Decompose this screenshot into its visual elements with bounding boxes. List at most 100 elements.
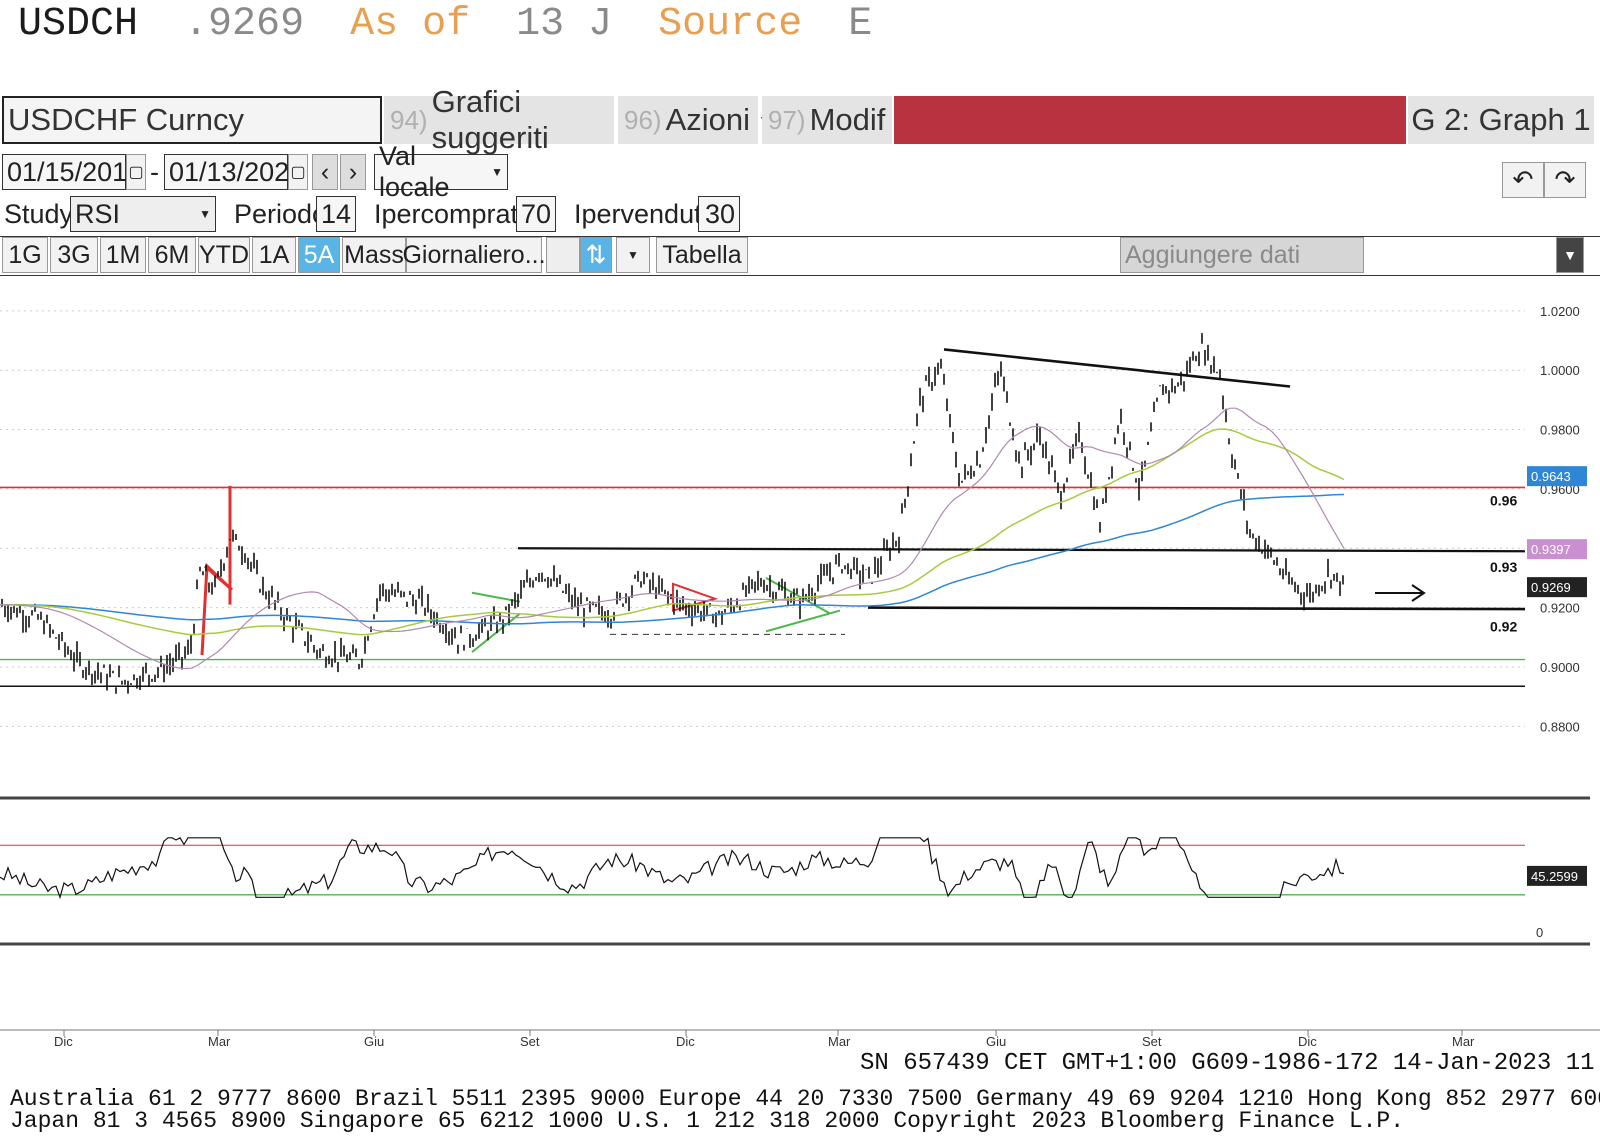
ma-50-line	[0, 407, 1345, 670]
ma-200-value-tag: 0.9643	[1527, 466, 1587, 487]
table-button[interactable]: Tabella	[656, 237, 748, 273]
study-row: Study RSI ▼ Periodo 14 Ipercomprato 70 I…	[0, 196, 1600, 236]
y-tick-label: 0.9000	[1540, 660, 1580, 675]
period-bar: 1G 3G 1M 6M YTD 1A 5A Mass Giornaliero... ⇅ ▼ T…	[0, 236, 1600, 276]
downtrend-line	[943, 348, 1291, 388]
currency-value: Val locale	[379, 141, 450, 202]
chevron-right-icon[interactable]: ›	[340, 154, 366, 190]
calendar-icon[interactable]: ▢	[288, 154, 308, 190]
y-tick-label: 0.8800	[1540, 719, 1580, 734]
arrow-right-icon	[1375, 584, 1426, 602]
start-date-field[interactable]: 01/15/2018	[2, 154, 142, 190]
session-info: SN 657439 CET GMT+1:00 G609-1986-172 14-…	[860, 1050, 1600, 1077]
last-price-tag-text: 0.9269	[1531, 580, 1571, 595]
y-tick-label: 0.9800	[1540, 423, 1580, 438]
edit-number: 97)	[768, 104, 806, 135]
x-tick-label: Dic	[1298, 1034, 1317, 1048]
graph-title[interactable]: G 2: Graph 1	[1408, 96, 1594, 144]
y-tick-label: 1.0000	[1540, 363, 1580, 378]
rsi-value-tag: 45.2599	[1527, 865, 1587, 886]
rsi-panel: 0	[0, 796, 1590, 946]
study-select[interactable]: RSI ▼	[70, 196, 216, 232]
period-value: 14	[320, 198, 351, 229]
x-tick-label: Set	[1142, 1034, 1162, 1048]
chevron-down-icon[interactable]: ▼	[1556, 237, 1584, 273]
support-line-lower	[867, 606, 1526, 611]
x-tick-label: Mar	[208, 1034, 231, 1048]
x-tick-label: Mar	[828, 1034, 851, 1048]
period-button-1a[interactable]: 1A	[252, 237, 296, 273]
period-button-mass[interactable]: Mass	[342, 237, 406, 273]
period-button-3g[interactable]: 3G	[50, 237, 98, 273]
header-source-label: Source	[658, 2, 803, 47]
period-button-ytd[interactable]: YTD	[198, 237, 250, 273]
date-separator: -	[150, 156, 159, 187]
security-text: USDCHF Curncy	[8, 102, 244, 137]
moving-averages	[0, 407, 1345, 670]
ma-50-value-tag-text: 0.9397	[1531, 542, 1571, 557]
graph-title-text: G 2: Graph 1	[1411, 102, 1591, 137]
chevron-down-icon[interactable]: ▼	[616, 237, 650, 273]
x-tick-label: Dic	[54, 1034, 73, 1048]
x-tick-label: Giu	[364, 1034, 384, 1048]
y-tick-label: 0.9200	[1540, 601, 1580, 616]
suggested-charts-button[interactable]: 94) Grafici suggeriti	[384, 84, 614, 155]
ma-50-value-tag: 0.9397	[1527, 539, 1587, 560]
period-button-1m[interactable]: 1M	[100, 237, 146, 273]
rsi-zero-label: 0	[1536, 925, 1543, 940]
frequency-value: Giornaliero...	[402, 240, 546, 269]
x-tick-label: Set	[520, 1034, 540, 1048]
period-button-5a[interactable]: 5A	[298, 237, 340, 273]
header-ticker: USDCH	[18, 2, 139, 47]
security-header: USDCH .9269 As of 13 J Source E	[18, 2, 894, 47]
end-date-field[interactable]: 01/13/2023	[164, 154, 304, 190]
y-tick-label: 1.0200	[1540, 304, 1580, 319]
level-label: 0.96	[1490, 492, 1517, 508]
main-toolbar: USDCHF Curncy 94) Grafici suggeriti 96) …	[0, 84, 1600, 155]
chevron-left-icon[interactable]: ‹	[312, 154, 338, 190]
chevron-down-icon: ▼	[199, 207, 211, 221]
study-label: Study	[4, 198, 74, 229]
header-last-price: .9269	[184, 2, 305, 47]
suggested-charts-number: 94)	[390, 104, 428, 135]
edit-label: Modif	[809, 102, 886, 137]
blank-button[interactable]	[546, 237, 580, 273]
table-label: Tabella	[662, 240, 742, 269]
overbought-input[interactable]: 70	[516, 196, 556, 232]
security-input[interactable]: USDCHF Curncy	[2, 96, 382, 144]
start-date-value: 01/15/2018	[7, 156, 143, 187]
alert-bar	[894, 96, 1406, 144]
period-button-6m[interactable]: 6M	[148, 237, 196, 273]
x-tick-label: Giu	[986, 1034, 1006, 1048]
redo-icon[interactable]: ↷	[1544, 162, 1586, 198]
chart-overlays	[0, 348, 1526, 688]
rsi-line	[0, 836, 1345, 900]
frequency-select[interactable]: Giornaliero...	[402, 237, 546, 273]
header-source-value: E	[848, 2, 873, 47]
actions-number: 96)	[624, 104, 662, 135]
calendar-icon[interactable]: ▢	[126, 154, 146, 190]
date-range-row: 01/15/2018 ▢ - 01/13/2023 ▢ ‹ › Val loca…	[0, 141, 1600, 202]
add-data-input[interactable]: Aggiungere dati	[1120, 237, 1364, 273]
support-line-upper	[517, 547, 1526, 553]
ma-200-value-tag-text: 0.9643	[1531, 469, 1571, 484]
price-chart[interactable]: 1.02001.00000.98000.96000.94000.92000.90…	[0, 276, 1600, 1048]
contact-line-2: Japan 81 3 4565 8900 Singapore 65 6212 1…	[10, 1108, 1405, 1134]
period-input[interactable]: 14	[316, 196, 356, 232]
chart-type-icon[interactable]: ⇅	[580, 237, 612, 273]
actions-menu[interactable]: 96) Azioni ▼	[618, 96, 772, 144]
x-tick-label: Mar	[1452, 1034, 1475, 1048]
period-button-1g[interactable]: 1G	[2, 237, 48, 273]
rsi-value-tag-text: 45.2599	[1531, 869, 1578, 884]
study-value: RSI	[75, 198, 121, 229]
end-date-value: 01/13/2023	[169, 156, 305, 187]
currency-select[interactable]: Val locale ▼	[374, 141, 508, 202]
header-as-of-label: As of	[350, 2, 471, 47]
overbought-value: 70	[520, 198, 551, 229]
oversold-input[interactable]: 30	[698, 196, 740, 232]
actions-label: Azioni	[665, 102, 751, 137]
oversold-value: 30	[704, 198, 735, 229]
overbought-label: Ipercomprato	[374, 198, 534, 229]
edit-menu[interactable]: 97) Modif ▼	[762, 96, 907, 144]
undo-icon[interactable]: ↶	[1502, 162, 1544, 198]
